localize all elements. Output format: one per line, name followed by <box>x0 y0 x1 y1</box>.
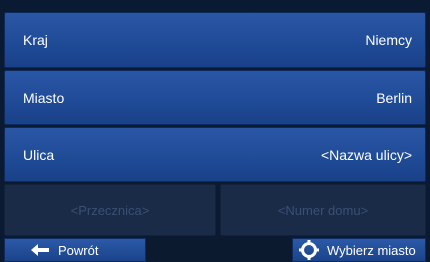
country-value: Niemcy <box>365 32 412 48</box>
country-row[interactable]: Kraj Niemcy <box>4 12 426 68</box>
back-label: Powrót <box>58 242 99 258</box>
crosshair-icon <box>299 240 319 260</box>
intersection-field: <Przecznica> <box>4 184 216 236</box>
city-value: Berlin <box>376 89 412 106</box>
city-row[interactable]: Miasto Berlin <box>4 70 426 125</box>
select-city-label: Wybierz miasto <box>327 242 416 258</box>
street-row[interactable]: Ulica <Nazwa ulicy> <box>4 127 426 182</box>
street-label: Ulica <box>23 146 55 163</box>
select-city-button[interactable]: Wybierz miasto <box>292 238 426 262</box>
arrow-left-icon <box>31 244 49 256</box>
back-button[interactable]: Powrót <box>4 238 146 262</box>
house-number-placeholder: <Numer domu> <box>277 202 369 218</box>
intersection-placeholder: <Przecznica> <box>70 202 150 218</box>
country-label: Kraj <box>23 32 48 48</box>
city-label: Miasto <box>23 89 65 106</box>
house-number-field: <Numer domu> <box>220 184 426 236</box>
street-value: <Nazwa ulicy> <box>320 146 412 163</box>
